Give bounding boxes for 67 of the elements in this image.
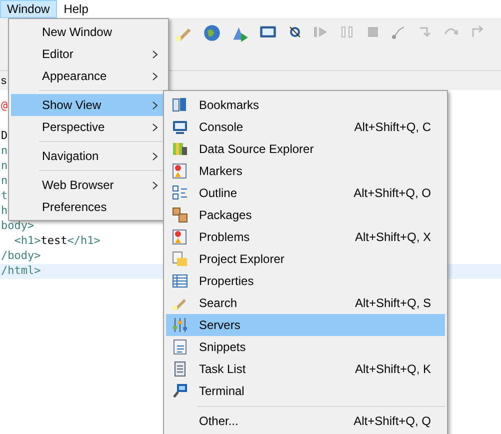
stop-icon[interactable]	[365, 24, 381, 40]
menu-item[interactable]: Other... Alt+Shift+Q, Q	[166, 410, 445, 432]
menu-item[interactable]: Markers	[166, 160, 445, 182]
menu-item[interactable]: Bookmarks	[166, 94, 445, 116]
code-line: t	[1, 188, 8, 204]
code-line: n	[1, 142, 8, 158]
code-line: @	[1, 98, 8, 114]
shortcut-text: Alt+Shift+Q, S	[354, 295, 431, 312]
editor-tab[interactable]: s	[1, 72, 6, 90]
code-line: n	[1, 158, 8, 174]
menu-item[interactable]: Servers	[166, 314, 445, 336]
task-list-icon	[172, 361, 188, 377]
monitor-icon	[172, 119, 188, 135]
shortcut-text: Alt+Shift+Q, K	[354, 361, 431, 378]
menu-item[interactable]: Search Alt+Shift+Q, S	[166, 292, 445, 314]
menu-item[interactable]: Outline Alt+Shift+Q, O	[166, 182, 445, 204]
menu-item[interactable]: Console Alt+Shift+Q, C	[166, 116, 445, 138]
pause-icon[interactable]	[339, 24, 355, 40]
code-line: D	[1, 128, 8, 144]
shortcut-text: Alt+Shift+Q, O	[354, 185, 431, 202]
menu-item[interactable]: Editor	[11, 43, 166, 65]
menu-item[interactable]: Project Explorer	[166, 248, 445, 270]
packages-icon	[172, 207, 188, 223]
sliders-icon	[172, 317, 188, 333]
chevron-right-icon	[152, 72, 158, 80]
code-line: n	[1, 172, 8, 188]
slashed-circle-icon[interactable]	[287, 24, 303, 40]
terminal-icon	[172, 383, 188, 399]
menu-item[interactable]: Snippets	[166, 336, 445, 358]
outline-icon	[172, 185, 188, 201]
menu-item[interactable]: Appearance	[11, 65, 166, 87]
book-icon	[172, 97, 188, 113]
chevron-right-icon	[152, 50, 158, 58]
code-line: h	[1, 202, 8, 218]
menu-bar-item[interactable]: Help	[56, 0, 96, 18]
code-line: <h1>test</h1>	[13, 232, 100, 248]
code-line: /body>	[1, 248, 41, 264]
menu-item[interactable]: Preferences	[11, 196, 166, 218]
marker-list-icon	[172, 229, 188, 245]
chevron-right-icon	[152, 122, 158, 132]
chevron-right-icon	[152, 152, 158, 160]
resume-icon[interactable]	[313, 24, 329, 40]
folder-icon	[172, 251, 188, 267]
code-line: body>	[1, 218, 34, 234]
menu-item[interactable]: New Window	[11, 21, 166, 43]
menu-item[interactable]: Navigation	[11, 145, 166, 167]
chevron-right-icon	[152, 180, 158, 190]
menu-item[interactable]: Problems Alt+Shift+Q, X	[166, 226, 445, 248]
disconnect-icon[interactable]	[391, 24, 407, 40]
menu-item[interactable]: Perspective	[11, 116, 166, 138]
globe-icon[interactable]	[203, 24, 221, 42]
chevron-right-icon	[152, 100, 158, 110]
shortcut-text: Alt+Shift+Q, C	[354, 119, 431, 136]
menu-item[interactable]: Task List Alt+Shift+Q, K	[166, 358, 445, 380]
menu-item[interactable]: Terminal	[166, 380, 445, 402]
menu-item[interactable]: Data Source Explorer	[166, 138, 445, 160]
snippets-icon	[172, 339, 188, 355]
menu-item[interactable]: Packages	[166, 204, 445, 226]
shortcut-text: Alt+Shift+Q, Q	[354, 413, 431, 430]
menu-item[interactable]: Properties	[166, 270, 445, 292]
menu-bar-item[interactable]: Window	[0, 0, 57, 18]
shortcut-text: Alt+Shift+Q, X	[354, 229, 431, 246]
table-icon	[172, 273, 188, 289]
menu-item[interactable]: Show View	[11, 94, 166, 116]
marker-list-icon	[172, 163, 188, 179]
menu-item[interactable]: Web Browser	[11, 174, 166, 196]
code-line: /html>	[1, 262, 41, 278]
